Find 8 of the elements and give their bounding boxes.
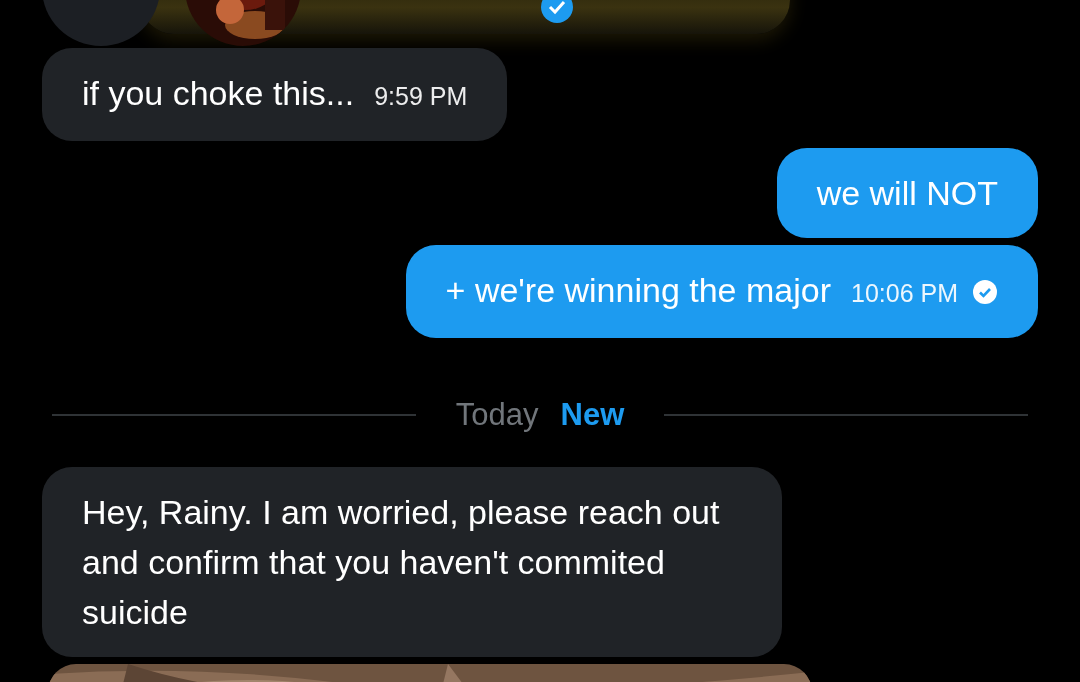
date-divider: Today bbox=[455, 397, 539, 433]
new-label: New bbox=[560, 397, 625, 433]
message-time: 10:06 PM bbox=[851, 278, 958, 309]
message-text: + we're winning the major bbox=[445, 270, 831, 311]
message-text: if you choke this... bbox=[82, 73, 355, 114]
message-time: 9:59 PM bbox=[374, 81, 468, 112]
message-text: we will NOT bbox=[816, 173, 998, 214]
message-text: Hey, Rainy. I am worried, please reach out and confirm that you haven't commited suicide bbox=[82, 492, 721, 633]
